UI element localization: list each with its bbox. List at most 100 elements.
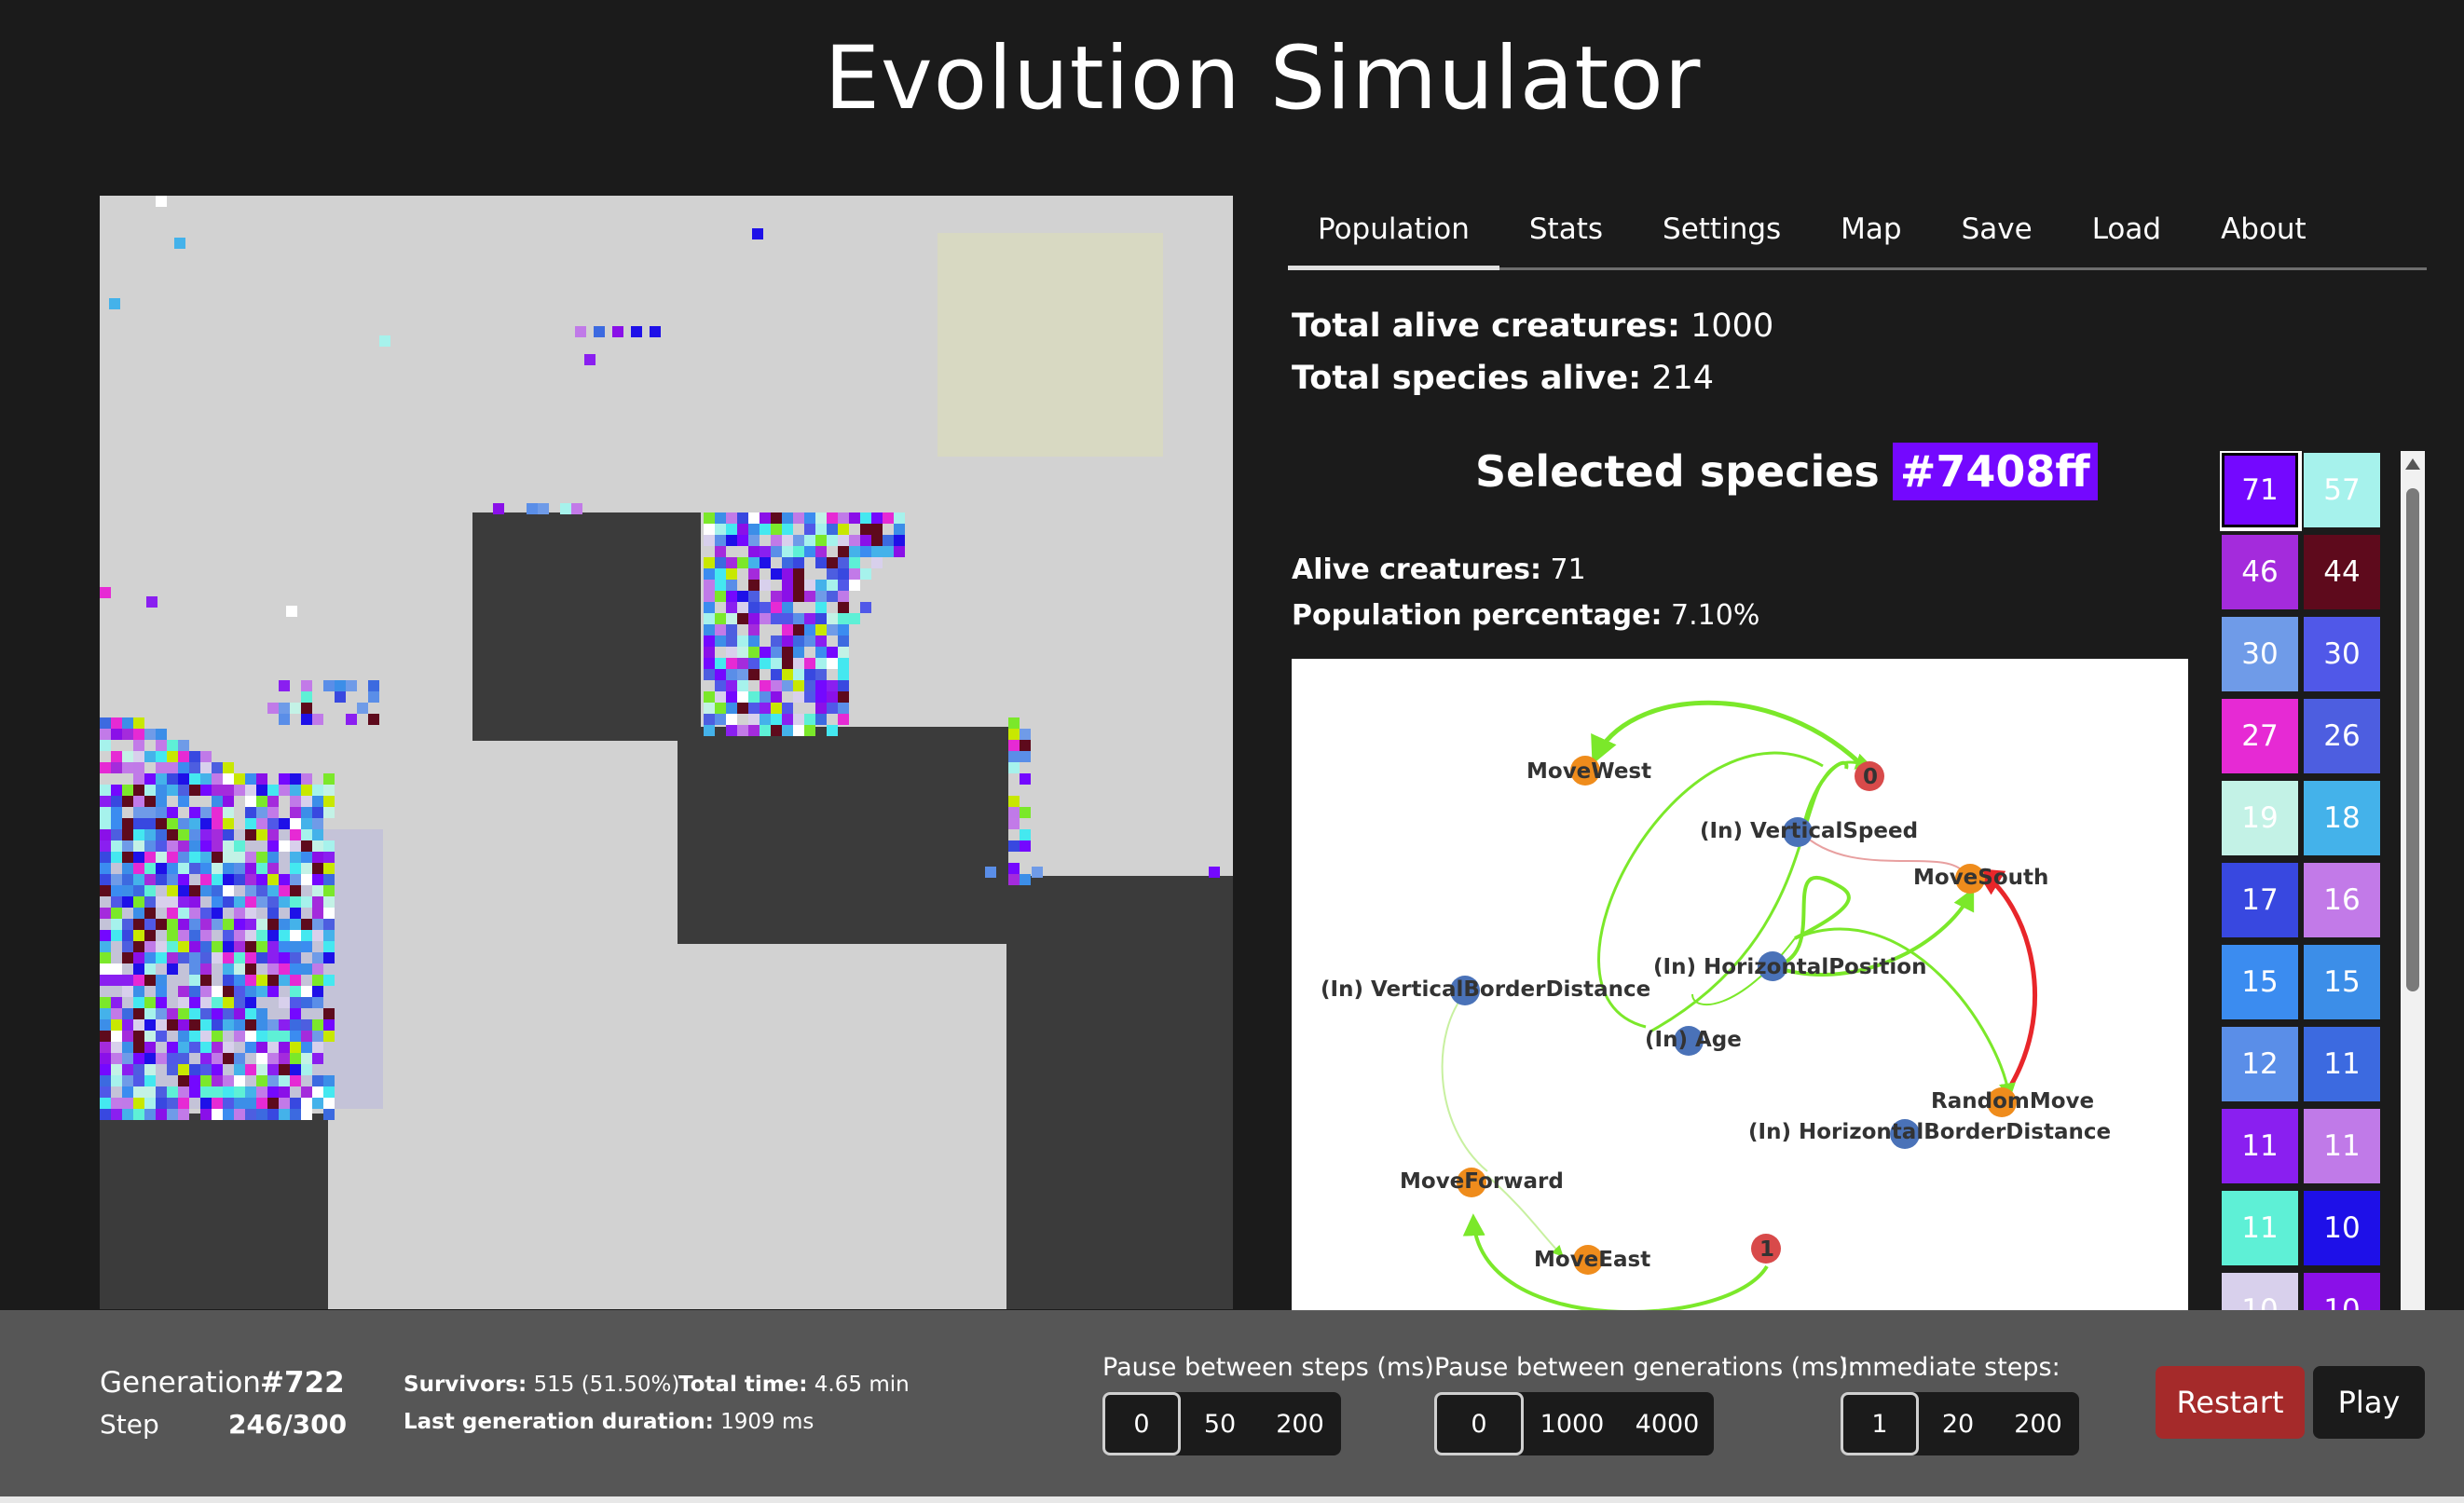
creature	[748, 635, 760, 647]
species-tile[interactable]: 46	[2222, 535, 2298, 609]
creature	[290, 997, 301, 1008]
creature	[212, 863, 223, 874]
creature	[726, 703, 737, 714]
creature	[849, 512, 860, 524]
creature	[256, 785, 267, 796]
creature	[133, 863, 144, 874]
species-tile[interactable]: 12	[2222, 1027, 2298, 1101]
creature	[234, 963, 245, 975]
creature	[290, 1075, 301, 1086]
creature	[737, 591, 748, 602]
creature	[1020, 829, 1031, 840]
creature	[144, 930, 156, 941]
creature	[793, 613, 804, 624]
species-scrollbar[interactable]	[2401, 451, 2425, 1310]
species-tile[interactable]: 57	[2304, 453, 2380, 527]
creature	[726, 580, 737, 591]
immediate-steps-option-1[interactable]: 1	[1841, 1392, 1919, 1455]
pause-steps-option-0[interactable]: 0	[1102, 1392, 1181, 1455]
creature	[234, 1019, 245, 1031]
species-tile[interactable]: 17	[2222, 863, 2298, 937]
species-tile[interactable]: 11	[2304, 1027, 2380, 1101]
creature	[760, 557, 771, 568]
creature	[290, 952, 301, 963]
species-tile[interactable]: 26	[2304, 699, 2380, 773]
scrollbar-thumb[interactable]	[2406, 488, 2419, 991]
creature	[200, 1008, 212, 1019]
creature	[267, 975, 279, 986]
creature	[189, 919, 200, 930]
creature	[1209, 867, 1220, 878]
creature	[301, 796, 312, 807]
species-tile[interactable]: 27	[2222, 699, 2298, 773]
creature	[100, 717, 111, 729]
species-tile[interactable]: 10	[2222, 1273, 2298, 1310]
species-tile[interactable]: 18	[2304, 781, 2380, 855]
creature	[860, 602, 871, 613]
restart-button[interactable]: Restart	[2156, 1366, 2305, 1439]
creature	[279, 930, 290, 941]
species-tile[interactable]: 15	[2304, 945, 2380, 1019]
tab-stats[interactable]: Stats	[1499, 205, 1633, 270]
tab-save[interactable]: Save	[1932, 205, 2062, 270]
creature	[189, 930, 200, 941]
creature	[760, 725, 771, 736]
species-tile[interactable]: 44	[2304, 535, 2380, 609]
tab-population[interactable]: Population	[1288, 205, 1499, 270]
species-list[interactable]: 71 57 46 44 30 30 27 26 19 18 17 16 15 15 12 11 11 11 11 10…	[2220, 451, 2391, 1310]
creature	[737, 512, 748, 524]
tab-settings[interactable]: Settings	[1633, 205, 1811, 270]
creature	[223, 829, 234, 840]
creature	[256, 975, 267, 986]
creature	[312, 896, 323, 908]
creature	[301, 818, 312, 829]
species-tile[interactable]: 10	[2304, 1273, 2380, 1310]
tab-about[interactable]: About	[2191, 205, 2336, 270]
creature	[100, 863, 111, 874]
species-tile[interactable]: 19	[2222, 781, 2298, 855]
creature	[234, 773, 245, 785]
species-tile[interactable]: 71	[2220, 451, 2302, 531]
creature	[167, 740, 178, 751]
pause-steps-option-200[interactable]: 200	[1259, 1392, 1341, 1455]
creature	[178, 1019, 189, 1031]
creature	[234, 952, 245, 963]
species-tile[interactable]: 11	[2222, 1191, 2298, 1265]
pause-generations-option-0[interactable]: 0	[1434, 1392, 1524, 1455]
species-tile[interactable]: 15	[2222, 945, 2298, 1019]
scroll-up-icon[interactable]	[2405, 458, 2420, 470]
creature	[715, 512, 726, 524]
creature	[144, 1086, 156, 1098]
creature	[178, 1008, 189, 1019]
creature	[860, 524, 871, 535]
creature	[323, 840, 335, 852]
species-tile[interactable]: 11	[2222, 1109, 2298, 1183]
immediate-steps-option-200[interactable]: 200	[1997, 1392, 2079, 1455]
creature	[650, 326, 661, 337]
network-edge	[1650, 753, 1873, 1033]
pause-generations-option-4000[interactable]: 4000	[1621, 1392, 1714, 1455]
neural-network-graph[interactable]: MoveWest 0 (In) VerticalSpeed MoveSouth …	[1292, 659, 2188, 1311]
tab-map[interactable]: Map	[1811, 205, 1931, 270]
simulation-world[interactable]	[100, 196, 1233, 1309]
species-tile[interactable]: 16	[2304, 863, 2380, 937]
species-tile[interactable]: 10	[2304, 1191, 2380, 1265]
species-tile[interactable]: 30	[2222, 617, 2298, 691]
creature	[715, 546, 726, 557]
creature	[256, 952, 267, 963]
creature	[726, 568, 737, 580]
immediate-steps-option-20[interactable]: 20	[1919, 1392, 1997, 1455]
creature	[838, 524, 849, 535]
species-tile[interactable]: 30	[2304, 617, 2380, 691]
pause-steps-option-50[interactable]: 50	[1181, 1392, 1259, 1455]
creature	[200, 952, 212, 963]
creature	[212, 1053, 223, 1064]
creature	[704, 647, 715, 658]
creature	[122, 941, 133, 952]
tab-load[interactable]: Load	[2062, 205, 2191, 270]
creature	[335, 680, 346, 691]
pause-generations-option-1000[interactable]: 1000	[1524, 1392, 1621, 1455]
creature	[133, 1042, 144, 1053]
species-tile[interactable]: 11	[2304, 1109, 2380, 1183]
play-button[interactable]: Play	[2313, 1366, 2425, 1439]
